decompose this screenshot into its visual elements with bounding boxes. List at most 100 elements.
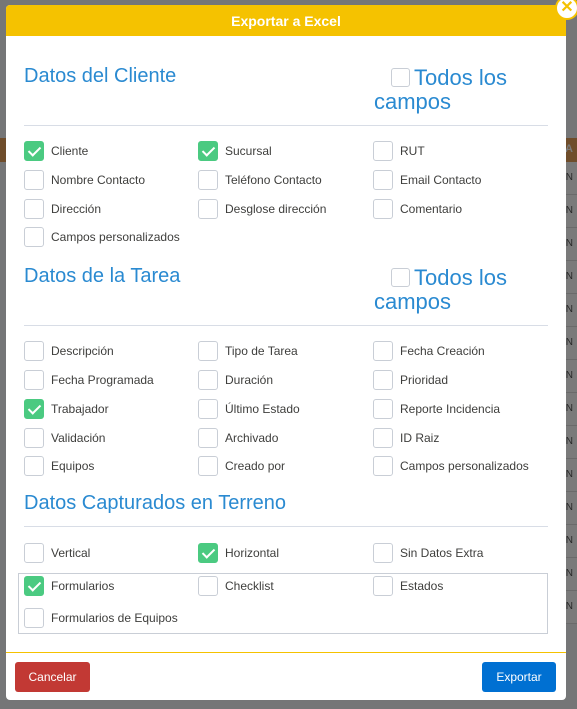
field-checkbox[interactable]: [373, 399, 393, 419]
select-all-tarea-checkbox[interactable]: [391, 268, 410, 287]
field-option[interactable]: Duración: [198, 369, 273, 391]
field-label: Formularios: [51, 579, 115, 593]
field-checkbox[interactable]: [198, 456, 218, 476]
field-checkbox[interactable]: [198, 341, 218, 361]
field-label: Campos personalizados: [400, 459, 529, 473]
field-checkbox[interactable]: [373, 428, 393, 448]
field-option[interactable]: Reporte Incidencia: [373, 398, 500, 420]
field-checkbox[interactable]: [198, 170, 218, 190]
close-icon[interactable]: ✕: [555, 0, 577, 20]
field-option[interactable]: Descripción: [24, 340, 114, 362]
field-label: Formularios de Equipos: [51, 611, 178, 625]
modal-footer: Cancelar Exportar: [6, 652, 566, 700]
field-option[interactable]: Desglose dirección: [198, 198, 326, 220]
field-label: Teléfono Contacto: [225, 173, 322, 187]
field-option[interactable]: Sin Datos Extra: [373, 542, 483, 564]
field-label: Último Estado: [225, 402, 300, 416]
field-option[interactable]: Vertical: [24, 542, 90, 564]
field-label: Dirección: [51, 202, 102, 216]
field-option[interactable]: Creado por: [198, 455, 285, 477]
field-option[interactable]: Campos personalizados: [24, 226, 180, 248]
field-checkbox[interactable]: [198, 428, 218, 448]
field-checkbox[interactable]: [24, 399, 44, 419]
section-title-tarea: Datos de la Tarea: [24, 265, 181, 287]
field-checkbox[interactable]: [373, 456, 393, 476]
field-option[interactable]: ID Raiz: [373, 427, 439, 449]
field-option[interactable]: Campos personalizados: [373, 455, 529, 477]
field-row: Equipos Creado por Campos personalizados: [24, 455, 554, 479]
field-checkbox[interactable]: [24, 370, 44, 390]
field-checkbox[interactable]: [373, 370, 393, 390]
field-checkbox[interactable]: [24, 227, 44, 247]
field-label: Trabajador: [51, 402, 109, 416]
field-label: Fecha Creación: [400, 344, 485, 358]
modal-body: Datos del Cliente Todos los campos Clien…: [6, 36, 566, 652]
field-option[interactable]: Fecha Programada: [24, 369, 154, 391]
field-option[interactable]: Cliente: [24, 140, 88, 162]
field-checkbox[interactable]: [24, 456, 44, 476]
field-row: Formularios de Equipos: [24, 607, 554, 631]
field-option[interactable]: Prioridad: [373, 369, 448, 391]
field-checkbox[interactable]: [24, 543, 44, 563]
field-option[interactable]: Formularios de Equipos: [24, 607, 178, 629]
field-option[interactable]: Nombre Contacto: [24, 169, 145, 191]
field-checkbox[interactable]: [373, 141, 393, 161]
field-option[interactable]: Equipos: [24, 455, 94, 477]
field-option[interactable]: Fecha Creación: [373, 340, 485, 362]
field-option[interactable]: Email Contacto: [373, 169, 481, 191]
field-label: Vertical: [51, 546, 91, 560]
field-label: Email Contacto: [400, 173, 482, 187]
field-option[interactable]: Archivado: [198, 427, 278, 449]
field-option[interactable]: Comentario: [373, 198, 462, 220]
field-option[interactable]: Checklist: [198, 575, 274, 597]
modal-header: Exportar a Excel: [6, 5, 566, 36]
field-row: Vertical Horizontal Sin Datos Extra: [24, 542, 554, 566]
field-checkbox[interactable]: [24, 608, 44, 628]
section-divider: [24, 526, 548, 527]
select-all-tarea[interactable]: Todos los campos: [374, 266, 534, 314]
field-checkbox[interactable]: [198, 141, 218, 161]
field-checkbox[interactable]: [373, 576, 393, 596]
field-row: Campos personalizados: [24, 226, 554, 250]
field-checkbox[interactable]: [198, 370, 218, 390]
field-option[interactable]: Horizontal: [198, 542, 279, 564]
field-option[interactable]: Tipo de Tarea: [198, 340, 298, 362]
section-title-cliente: Datos del Cliente: [24, 65, 177, 87]
field-checkbox[interactable]: [24, 141, 44, 161]
field-option[interactable]: Validación: [24, 427, 105, 449]
section-title-terreno: Datos Capturados en Terreno: [24, 492, 287, 514]
field-checkbox[interactable]: [373, 341, 393, 361]
field-checkbox[interactable]: [373, 543, 393, 563]
cancel-button[interactable]: Cancelar: [15, 662, 90, 692]
select-all-cliente[interactable]: Todos los campos: [374, 66, 534, 114]
field-checkbox[interactable]: [198, 199, 218, 219]
section-divider: [24, 125, 548, 126]
field-checkbox[interactable]: [24, 341, 44, 361]
field-checkbox[interactable]: [198, 543, 218, 563]
field-label: ID Raiz: [400, 431, 440, 445]
field-checkbox[interactable]: [24, 199, 44, 219]
field-option[interactable]: Trabajador: [24, 398, 109, 420]
field-checkbox[interactable]: [373, 170, 393, 190]
field-label: Fecha Programada: [51, 373, 154, 387]
field-label: Desglose dirección: [225, 202, 327, 216]
field-checkbox[interactable]: [198, 576, 218, 596]
field-option[interactable]: Teléfono Contacto: [198, 169, 322, 191]
field-label: Equipos: [51, 459, 95, 473]
field-option[interactable]: Último Estado: [198, 398, 300, 420]
field-option[interactable]: Dirección: [24, 198, 101, 220]
field-row: Descripción Tipo de Tarea Fecha Creación: [24, 340, 554, 364]
field-checkbox[interactable]: [373, 199, 393, 219]
field-checkbox[interactable]: [24, 170, 44, 190]
field-option[interactable]: RUT: [373, 140, 425, 162]
field-checkbox[interactable]: [24, 576, 44, 596]
field-checkbox[interactable]: [24, 428, 44, 448]
export-button[interactable]: Exportar: [482, 662, 556, 692]
select-all-cliente-checkbox[interactable]: [391, 68, 410, 87]
field-option[interactable]: Estados: [373, 575, 443, 597]
field-option[interactable]: Sucursal: [198, 140, 272, 162]
modal-title: Exportar a Excel: [231, 12, 341, 29]
field-option[interactable]: Formularios: [24, 575, 114, 597]
field-label: Campos personalizados: [51, 230, 180, 244]
field-checkbox[interactable]: [198, 399, 218, 419]
